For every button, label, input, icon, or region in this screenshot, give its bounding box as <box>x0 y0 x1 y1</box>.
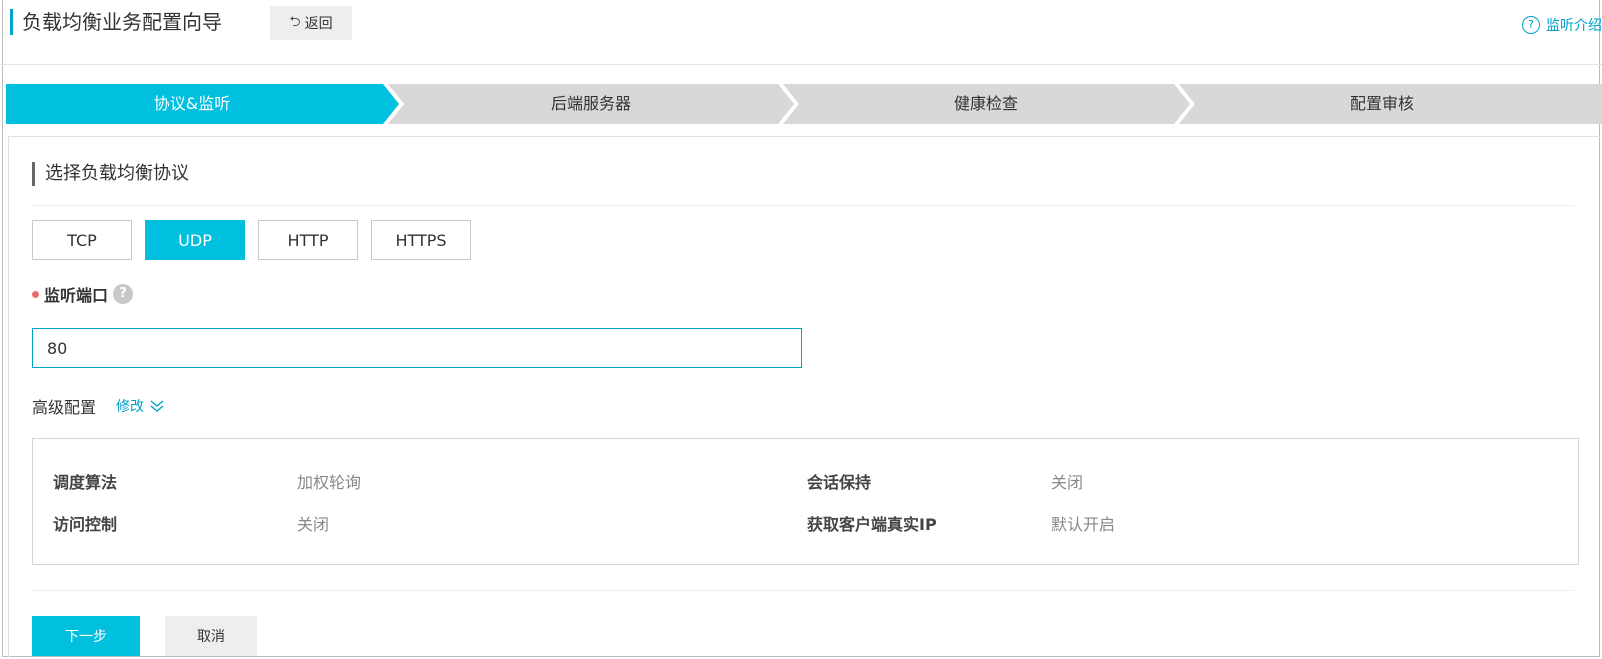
step-health-check: 健康检查 <box>953 94 1018 113</box>
back-button-label: 返回 <box>304 16 333 32</box>
wizard-steps: 协议&监听 后端服务器 健康检查 配置审核 <box>6 84 1602 124</box>
next-step-button[interactable]: 下一步 <box>32 616 140 656</box>
advanced-modify-label: 修改 <box>116 399 145 415</box>
protocol-tcp-button[interactable]: TCP <box>32 220 132 260</box>
page-title: 负载均衡业务配置向导 <box>10 9 222 35</box>
scheduling-algorithm-key: 调度算法 <box>53 473 118 492</box>
listen-port-label-row: 监听端口 ? <box>32 282 134 306</box>
advanced-config-row: 高级配置 修改 <box>32 394 164 418</box>
session-persistence-value: 关闭 <box>1051 473 1084 492</box>
client-real-ip-value: 默认开启 <box>1051 515 1116 534</box>
client-real-ip-key: 获取客户端真实IP <box>807 515 937 534</box>
scheduling-algorithm-value: 加权轮询 <box>297 473 362 492</box>
content-panel <box>8 136 1600 657</box>
step-config-review: 配置审核 <box>1349 94 1414 113</box>
advanced-config-panel: 调度算法 加权轮询 会话保持 关闭 访问控制 关闭 获取客户端真实IP 默认开启 <box>32 438 1579 565</box>
protocol-https-button[interactable]: HTTPS <box>371 220 471 260</box>
advanced-config-label: 高级配置 <box>32 398 97 417</box>
undo-icon: ⮌ <box>289 14 301 30</box>
required-dot-icon <box>32 290 39 298</box>
section-divider <box>32 205 1574 206</box>
header-divider <box>0 64 1602 65</box>
access-control-value: 关闭 <box>297 515 330 534</box>
back-button[interactable]: ⮌ 返回 <box>270 6 352 40</box>
listener-help-label: 监听介绍 <box>1546 18 1602 34</box>
listener-help-link[interactable]: ? 监听介绍 <box>1522 15 1602 35</box>
section-title: 选择负载均衡协议 <box>32 162 189 186</box>
listen-port-input[interactable] <box>32 328 802 368</box>
step-protocol-listener: 协议&监听 <box>153 94 231 113</box>
access-control-key: 访问控制 <box>53 515 118 534</box>
protocol-http-button[interactable]: HTTP <box>258 220 358 260</box>
help-question-icon[interactable]: ? <box>113 284 134 304</box>
session-persistence-key: 会话保持 <box>807 473 872 492</box>
listen-port-label: 监听端口 <box>44 286 109 305</box>
double-chevron-down-icon <box>150 400 164 412</box>
question-circle-icon: ? <box>1522 16 1540 34</box>
cancel-button[interactable]: 取消 <box>165 616 257 656</box>
protocol-selector: TCP UDP HTTP HTTPS <box>32 220 471 260</box>
step-backend-servers: 后端服务器 <box>550 94 631 113</box>
protocol-udp-button[interactable]: UDP <box>145 220 245 260</box>
advanced-modify-link[interactable]: 修改 <box>116 396 164 416</box>
actions-divider <box>32 590 1574 591</box>
